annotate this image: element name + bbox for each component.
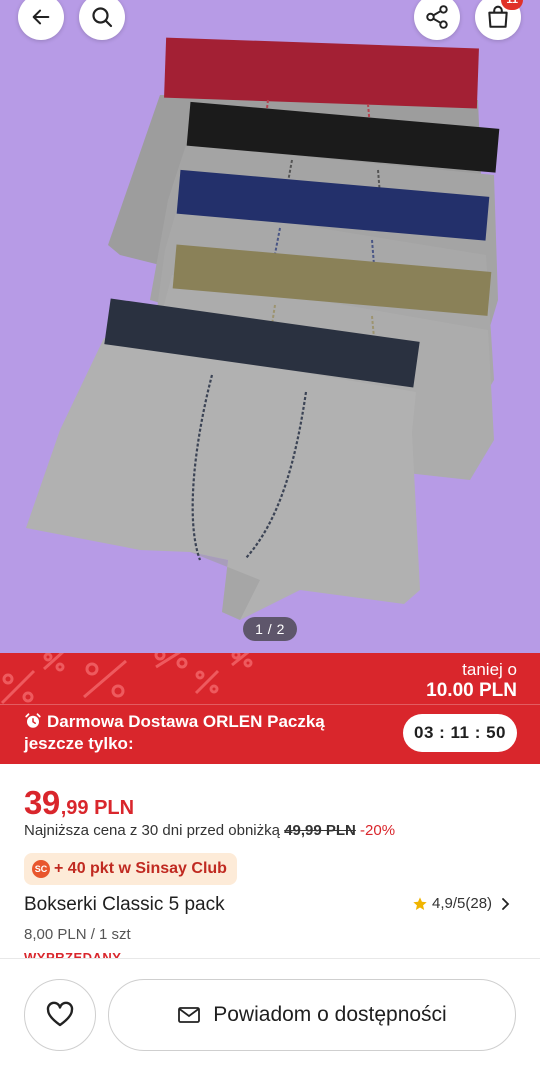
boxer-front <box>26 298 420 620</box>
favorite-button[interactable] <box>24 979 96 1051</box>
share-icon <box>426 5 448 29</box>
rating-value: 4,9/5 <box>432 895 466 912</box>
product-image-gallery[interactable]: 11 1 / 2 <box>0 0 540 653</box>
discount-strip: taniej o 10.00 PLN <box>0 653 540 705</box>
countdown-timer: 03 : 11 : 50 <box>403 714 517 752</box>
free-delivery-notice: Darmowa Dostawa ORLEN Paczką jeszcze tyl… <box>24 711 384 755</box>
product-price: 39,99 PLN <box>24 784 134 822</box>
promo-banner: taniej o 10.00 PLN Darmowa Dostawa ORLEN… <box>0 653 540 764</box>
star-icon <box>413 896 427 910</box>
rating-count: (28) <box>465 895 493 912</box>
sinsay-club-points[interactable]: SC + 40 pkt w Sinsay Club <box>24 853 237 885</box>
gallery-pager: 1 / 2 <box>243 617 297 641</box>
price-main: 39 <box>24 784 60 821</box>
cheaper-amount: 10.00 PLN <box>426 680 517 701</box>
promo-divider <box>0 704 540 705</box>
lowest-price-info: Najniższa cena z 30 dni przed obniżką 49… <box>24 822 395 839</box>
percent-pattern <box>0 653 253 705</box>
delivery-text: Darmowa Dostawa ORLEN Paczką jeszcze tyl… <box>24 712 325 753</box>
heart-icon <box>46 1001 74 1027</box>
bottom-action-bar: Powiadom o dostępności <box>0 958 540 1076</box>
notify-availability-button[interactable]: Powiadom o dostępności <box>108 979 516 1051</box>
cheaper-by: taniej o 10.00 PLN <box>426 660 517 702</box>
unit-price: 8,00 PLN / 1 szt <box>24 926 131 943</box>
product-title: Bokserki Classic 5 pack <box>24 894 225 915</box>
club-points-text: + 40 pkt w Sinsay Club <box>54 860 227 877</box>
discount-percent: -20% <box>360 822 396 839</box>
alarm-clock-icon <box>25 713 41 728</box>
sinsay-club-logo: SC <box>32 860 50 878</box>
search-icon <box>92 7 113 28</box>
mail-icon <box>177 1005 201 1025</box>
arrow-left-icon <box>32 9 50 25</box>
lowest-old-price: 49,99 PLN <box>284 822 356 839</box>
product-rating[interactable]: 4,9/5 (28) <box>412 895 510 912</box>
notify-label: Powiadom o dostępności <box>213 1003 447 1026</box>
chevron-right-icon <box>502 897 510 910</box>
price-decimal: ,99 PLN <box>60 797 135 819</box>
cheaper-label: taniej o <box>462 660 517 679</box>
product-photo <box>26 37 500 620</box>
lowest-price-label: Najniższa cena z 30 dni przed obniżką <box>24 822 280 839</box>
